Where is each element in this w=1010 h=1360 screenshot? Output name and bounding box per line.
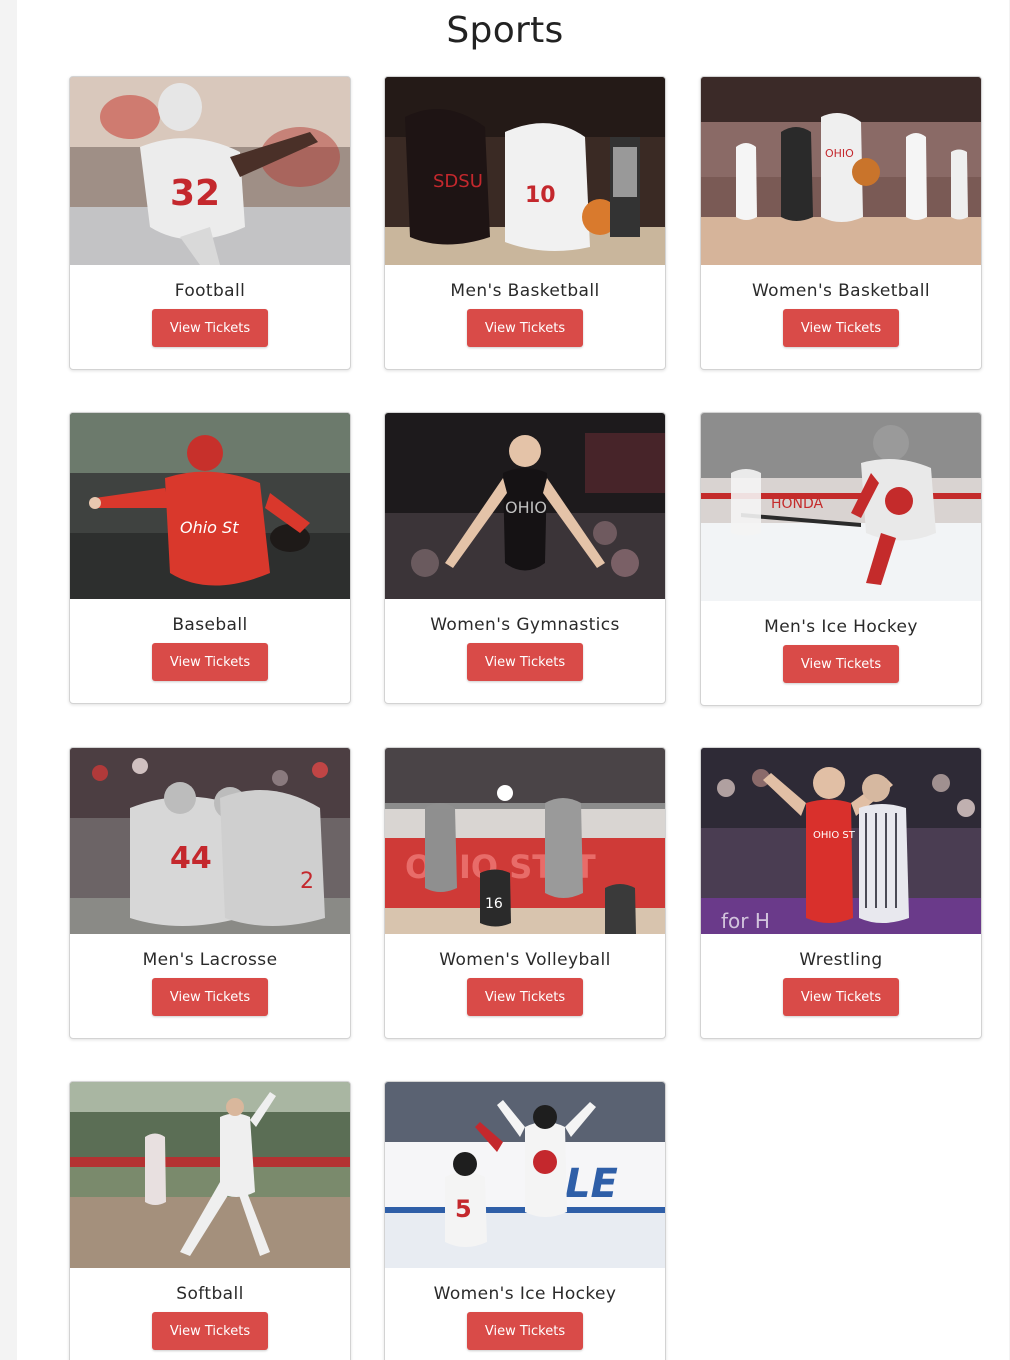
sport-title: Football xyxy=(174,281,246,301)
mens-lacrosse-photo: 44 2 xyxy=(70,748,350,934)
svg-text:16: 16 xyxy=(485,896,503,912)
sport-card-mens-lacrosse: 44 2 Men's Lacrosse View Tickets xyxy=(69,747,351,1039)
mens-basketball-photo: SDSU 10 xyxy=(385,77,665,265)
sport-title: Wrestling xyxy=(799,950,883,970)
view-tickets-button[interactable]: View Tickets xyxy=(152,643,268,681)
womens-basketball-photo: OHIO xyxy=(701,77,981,265)
svg-text:SDSU: SDSU xyxy=(433,171,483,192)
baseball-pitcher-photo: Ohio St xyxy=(70,413,350,599)
sport-title: Women's Basketball xyxy=(751,281,931,301)
view-tickets-button[interactable]: View Tickets xyxy=(152,978,268,1016)
view-tickets-button[interactable]: View Tickets xyxy=(467,643,583,681)
softball-pitcher-photo xyxy=(70,1082,350,1268)
womens-gymnastics-photo: OHIO xyxy=(385,413,665,599)
page-title: Sports xyxy=(446,10,564,51)
sport-card-wrestling: for H OHIO ST Wrestling View Tickets xyxy=(700,747,982,1039)
sport-card-womens-basketball: OHIO Women's Basketball View Tickets xyxy=(700,76,982,370)
view-tickets-button[interactable]: View Tickets xyxy=(467,978,583,1016)
svg-text:2: 2 xyxy=(300,869,314,894)
mens-ice-hockey-photo: HONDA xyxy=(701,413,981,601)
sport-card-womens-volleyball: OHIO STAT 16 Women's Volleyball View Tic… xyxy=(384,747,666,1039)
football-player-photo: 32 xyxy=(70,77,350,265)
svg-text:LE: LE xyxy=(565,1161,618,1207)
svg-text:OHIO: OHIO xyxy=(505,498,547,517)
svg-text:44: 44 xyxy=(170,841,212,876)
sport-title: Women's Gymnastics xyxy=(430,615,620,635)
sport-card-womens-ice-hockey: LE 5 Women's Ice Hockey View Tickets xyxy=(384,1081,666,1360)
sport-title: Men's Basketball xyxy=(450,281,600,301)
sport-card-mens-basketball: SDSU 10 Men's Basketball View Tickets xyxy=(384,76,666,370)
sport-card-softball: Softball View Tickets xyxy=(69,1081,351,1360)
svg-text:10: 10 xyxy=(525,183,556,208)
sport-title: Women's Volleyball xyxy=(439,950,611,970)
womens-ice-hockey-photo: LE 5 xyxy=(385,1082,665,1268)
svg-text:HONDA: HONDA xyxy=(771,496,824,512)
sport-title: Softball xyxy=(176,1284,244,1304)
sport-card-mens-ice-hockey: HONDA Men's Ice Hockey View Tickets xyxy=(700,412,982,706)
sport-title: Baseball xyxy=(172,615,248,635)
sport-card-football: 32 Football View Tickets xyxy=(69,76,351,370)
womens-volleyball-photo: OHIO STAT 16 xyxy=(385,748,665,934)
sport-title: Men's Lacrosse xyxy=(142,950,278,970)
wrestling-photo: for H OHIO ST xyxy=(701,748,981,934)
view-tickets-button[interactable]: View Tickets xyxy=(783,309,899,347)
view-tickets-button[interactable]: View Tickets xyxy=(783,645,899,683)
page: Sports 32 Football View Tickets SDSU 10 … xyxy=(0,0,1010,1360)
view-tickets-button[interactable]: View Tickets xyxy=(467,1312,583,1350)
svg-text:Ohio St: Ohio St xyxy=(180,518,239,537)
svg-text:32: 32 xyxy=(170,173,220,214)
sport-card-womens-gymnastics: OHIO Women's Gymnastics View Tickets xyxy=(384,412,666,704)
view-tickets-button[interactable]: View Tickets xyxy=(152,309,268,347)
svg-text:5: 5 xyxy=(455,1195,472,1223)
svg-text:OHIO: OHIO xyxy=(825,147,854,160)
svg-text:OHIO ST: OHIO ST xyxy=(813,830,856,841)
view-tickets-button[interactable]: View Tickets xyxy=(467,309,583,347)
sport-title: Men's Ice Hockey xyxy=(764,617,918,637)
view-tickets-button[interactable]: View Tickets xyxy=(152,1312,268,1350)
sport-card-baseball: Ohio St Baseball View Tickets xyxy=(69,412,351,704)
sport-title: Women's Ice Hockey xyxy=(433,1284,617,1304)
view-tickets-button[interactable]: View Tickets xyxy=(783,978,899,1016)
svg-text:for H: for H xyxy=(721,909,770,933)
